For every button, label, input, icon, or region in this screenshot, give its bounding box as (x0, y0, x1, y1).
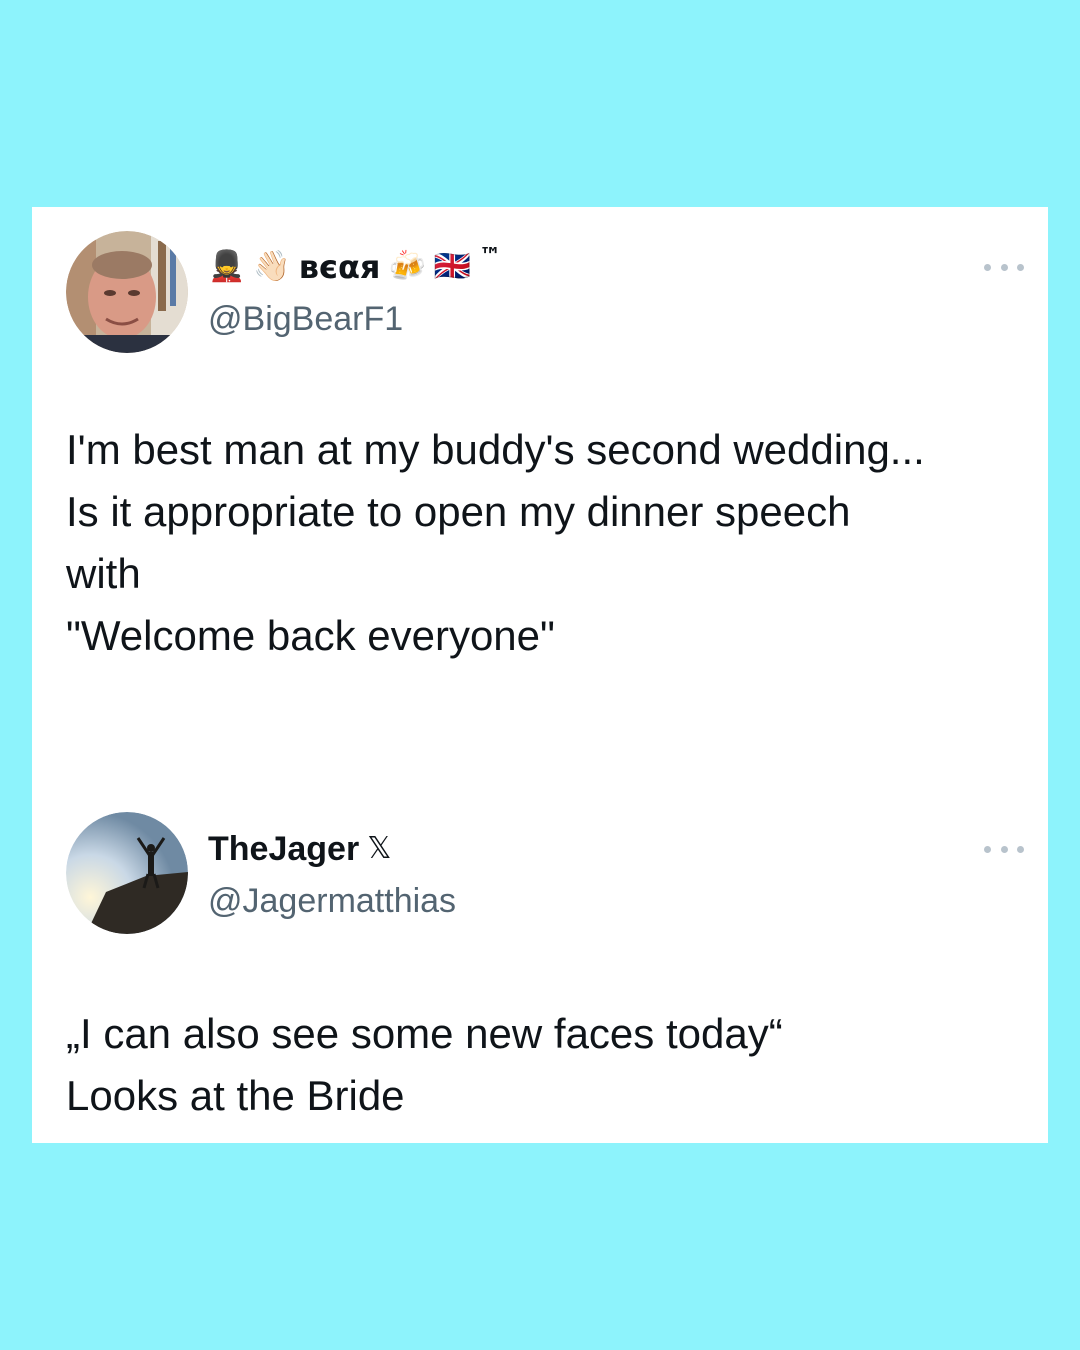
tweet-text-line: Looks at the Bride (66, 1072, 405, 1119)
ellipsis-icon (1000, 845, 1008, 853)
avatar-image-man (66, 231, 188, 353)
waving-hand-emoji-icon: 👋🏻 (253, 249, 291, 284)
tweet-text-line: „I can also see some new faces today“ (66, 1010, 783, 1057)
screenshot-card: 💂 👋🏻 вєαя 🍻 🇬🇧 ™ @BigBearF1 I'm best man… (32, 207, 1048, 1143)
avatar-bigbear[interactable] (66, 231, 188, 353)
more-options-button[interactable] (984, 257, 1024, 277)
display-name[interactable]: 💂 👋🏻 вєαя 🍻 🇬🇧 ™ (208, 244, 501, 289)
trademark-symbol: ™ (479, 244, 502, 269)
user-names-thejager: TheJager 𝕏 @Jagermatthias (208, 827, 456, 927)
user-names-bigbear: 💂 👋🏻 вєαя 🍻 🇬🇧 ™ @BigBearF1 (208, 244, 501, 345)
ellipsis-icon (1017, 263, 1024, 271)
user-handle[interactable]: @BigBearF1 (208, 293, 501, 345)
ellipsis-icon (984, 845, 991, 853)
user-handle[interactable]: @Jagermatthias (208, 875, 456, 927)
display-name-text: вєαя (298, 248, 381, 286)
ellipsis-icon (1017, 845, 1024, 853)
tweet-text-line: Is it appropriate to open my dinner spee… (66, 488, 851, 535)
display-name[interactable]: TheJager 𝕏 (208, 827, 456, 871)
beer-mugs-emoji-icon: 🍻 (388, 249, 426, 284)
reply-text: „I can also see some new faces today“ Lo… (66, 1003, 1026, 1127)
tweet-text-line: "Welcome back everyone" (66, 612, 555, 659)
tweet-text-line: with (66, 550, 141, 597)
tweet-text-line: I'm best man at my buddy's second weddin… (66, 426, 925, 473)
avatar-thejager[interactable] (66, 812, 188, 934)
more-options-button[interactable] (984, 839, 1024, 859)
x-logo-icon: 𝕏 (367, 831, 392, 866)
ellipsis-icon (1000, 263, 1008, 271)
ellipsis-icon (984, 263, 991, 271)
guard-emoji-icon: 💂 (208, 249, 246, 284)
uk-flag-emoji-icon: 🇬🇧 (433, 249, 472, 284)
tweet-text: I'm best man at my buddy's second weddin… (66, 419, 1026, 667)
avatar-image-silhouette (66, 812, 188, 934)
display-name-text: TheJager (208, 830, 360, 868)
